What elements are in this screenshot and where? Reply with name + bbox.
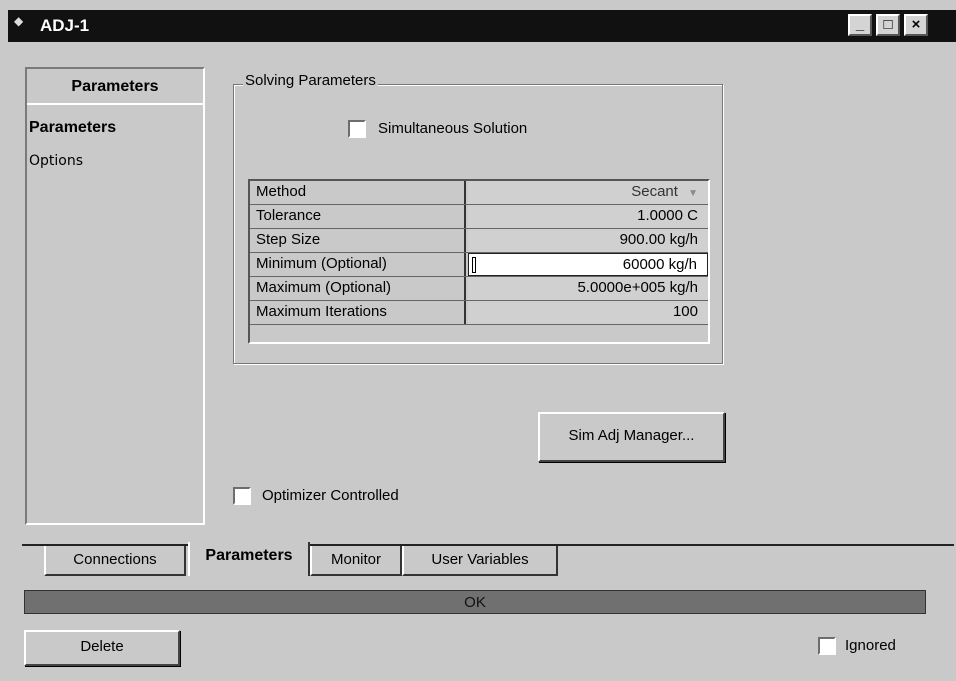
minimum-value-field[interactable]: 60000 kg/h xyxy=(468,253,708,276)
title-bar[interactable]: ◆ ADJ-1 _ □ × xyxy=(8,10,956,42)
table-row: Maximum (Optional) 5.0000e+005 kg/h xyxy=(250,277,708,301)
nav-item-options[interactable]: Options xyxy=(29,153,83,169)
param-name-maximum: Maximum (Optional) xyxy=(250,277,466,300)
table-row: Minimum (Optional) 60000 kg/h xyxy=(250,253,708,277)
param-name-max-iterations: Maximum Iterations xyxy=(250,301,466,324)
page-navigator: Parameters Parameters Options xyxy=(25,67,205,525)
delete-button[interactable]: Delete xyxy=(24,630,180,666)
simultaneous-solution-label: Simultaneous Solution xyxy=(378,120,528,137)
param-name-minimum: Minimum (Optional) xyxy=(250,253,466,276)
table-row: Method Secant ▼ xyxy=(250,181,708,205)
tolerance-value[interactable]: 1.0000 C xyxy=(468,205,708,228)
minimum-value: 60000 kg/h xyxy=(622,256,697,273)
window-title: ADJ-1 xyxy=(40,16,90,35)
optimizer-controlled-label: Optimizer Controlled xyxy=(262,487,399,504)
step-size-value[interactable]: 900.00 kg/h xyxy=(468,229,708,252)
tab-parameters[interactable]: Parameters xyxy=(188,542,310,576)
maximum-value[interactable]: 5.0000e+005 kg/h xyxy=(468,277,708,300)
table-row: Maximum Iterations 100 xyxy=(250,301,708,325)
maximize-button[interactable]: □ xyxy=(876,14,900,36)
param-name-tolerance: Tolerance xyxy=(250,205,466,228)
chevron-down-icon[interactable]: ▼ xyxy=(688,188,698,199)
close-button[interactable]: × xyxy=(904,14,928,36)
table-row: Step Size 900.00 kg/h xyxy=(250,229,708,253)
solving-parameters-label: Solving Parameters xyxy=(243,72,378,89)
max-iterations-value[interactable]: 100 xyxy=(468,301,708,324)
table-row: Tolerance 1.0000 C xyxy=(250,205,708,229)
ignored-label: Ignored xyxy=(845,637,896,654)
tab-connections[interactable]: Connections xyxy=(44,546,186,576)
nav-item-parameters[interactable]: Parameters xyxy=(29,119,116,137)
nav-header: Parameters xyxy=(27,69,203,105)
ignored-checkbox[interactable] xyxy=(818,637,836,655)
method-select[interactable]: Secant ▼ xyxy=(468,181,708,204)
tab-monitor[interactable]: Monitor xyxy=(310,546,402,576)
param-name-step-size: Step Size xyxy=(250,229,466,252)
status-bar: OK xyxy=(24,590,926,614)
tab-user-variables[interactable]: User Variables xyxy=(402,546,558,576)
param-name-method: Method xyxy=(250,181,466,204)
text-cursor xyxy=(472,257,476,273)
parameters-table: Method Secant ▼ Tolerance 1.0000 C Step … xyxy=(248,179,710,344)
minimize-button[interactable]: _ xyxy=(848,14,872,36)
method-value: Secant xyxy=(631,183,678,200)
sim-adj-manager-button[interactable]: Sim Adj Manager... xyxy=(538,412,725,462)
optimizer-controlled-checkbox[interactable] xyxy=(233,487,251,505)
adj-window: ◆ ADJ-1 _ □ × Parameters Parameters Opti… xyxy=(0,0,956,681)
simultaneous-solution-checkbox[interactable] xyxy=(348,120,366,138)
app-icon: ◆ xyxy=(14,14,24,28)
